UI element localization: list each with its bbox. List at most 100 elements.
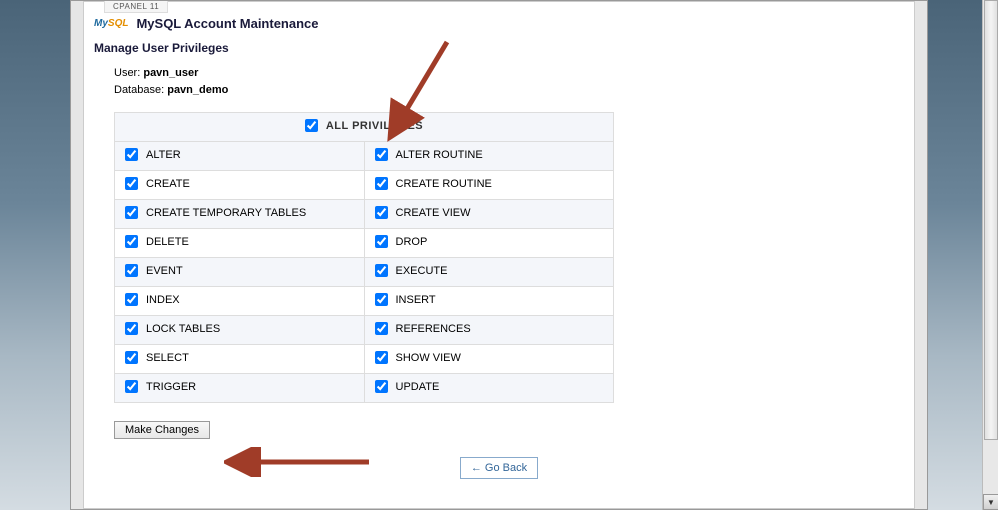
privilege-cell: CREATE VIEW (364, 200, 614, 229)
privilege-checkbox[interactable] (375, 380, 388, 393)
all-privileges-header: ALL PRIVILEGES (115, 113, 614, 142)
privilege-label[interactable]: DELETE (125, 235, 189, 248)
privilege-text: CREATE (146, 178, 190, 190)
user-label: User: (114, 67, 140, 79)
privilege-label[interactable]: ALTER (125, 148, 181, 161)
privilege-cell: CREATE TEMPORARY TABLES (115, 200, 365, 229)
privilege-checkbox[interactable] (125, 148, 138, 161)
scrollbar-down-button[interactable]: ▼ (983, 494, 998, 510)
privilege-label[interactable]: EXECUTE (375, 264, 448, 277)
privilege-text: DELETE (146, 236, 189, 248)
privilege-cell: CREATE ROUTINE (364, 171, 614, 200)
header: MySQL MySQL Account Maintenance (84, 2, 914, 37)
privilege-cell: ALTER (115, 142, 365, 171)
go-back-container: ← Go Back (84, 457, 914, 479)
privilege-label[interactable]: INDEX (125, 293, 180, 306)
privilege-cell: ALTER ROUTINE (364, 142, 614, 171)
privilege-text: CREATE ROUTINE (396, 178, 492, 190)
privilege-cell: INSERT (364, 287, 614, 316)
privilege-text: DROP (396, 236, 428, 248)
make-changes-button[interactable]: Make Changes (114, 421, 210, 439)
privilege-checkbox[interactable] (375, 235, 388, 248)
all-privileges-label[interactable]: ALL PRIVILEGES (305, 119, 423, 132)
privilege-checkbox[interactable] (375, 206, 388, 219)
privilege-checkbox[interactable] (375, 293, 388, 306)
table-row: ALTER ALTER ROUTINE (115, 142, 614, 171)
vertical-scrollbar[interactable]: ▼ (982, 0, 998, 510)
table-row: TRIGGER UPDATE (115, 374, 614, 403)
privilege-label[interactable]: REFERENCES (375, 322, 471, 335)
table-row: INDEX INSERT (115, 287, 614, 316)
database-value: pavn_demo (167, 84, 228, 96)
privilege-cell: INDEX (115, 287, 365, 316)
privilege-checkbox[interactable] (125, 322, 138, 335)
privilege-cell: SHOW VIEW (364, 345, 614, 374)
content-panel: CPANEL 11 MySQL MySQL Account Maintenanc… (83, 1, 915, 509)
privilege-checkbox[interactable] (125, 206, 138, 219)
privilege-checkbox[interactable] (375, 177, 388, 190)
privilege-cell: TRIGGER (115, 374, 365, 403)
scrollbar-thumb[interactable] (984, 0, 998, 440)
privilege-label[interactable]: ALTER ROUTINE (375, 148, 483, 161)
privilege-cell: EXECUTE (364, 258, 614, 287)
privilege-checkbox[interactable] (125, 177, 138, 190)
table-row: EVENT EXECUTE (115, 258, 614, 287)
privilege-text: INDEX (146, 294, 180, 306)
privilege-label[interactable]: TRIGGER (125, 380, 196, 393)
privilege-text: CREATE TEMPORARY TABLES (146, 207, 306, 219)
privilege-label[interactable]: LOCK TABLES (125, 322, 220, 335)
table-row: CREATE TEMPORARY TABLES CREATE VIEW (115, 200, 614, 229)
privilege-checkbox[interactable] (125, 293, 138, 306)
privilege-label[interactable]: UPDATE (375, 380, 440, 393)
table-row: SELECT SHOW VIEW (115, 345, 614, 374)
privilege-cell: DROP (364, 229, 614, 258)
privilege-cell: LOCK TABLES (115, 316, 365, 345)
privilege-cell: EVENT (115, 258, 365, 287)
table-row: LOCK TABLES REFERENCES (115, 316, 614, 345)
privilege-label[interactable]: INSERT (375, 293, 436, 306)
privilege-text: CREATE VIEW (396, 207, 471, 219)
privilege-label[interactable]: CREATE VIEW (375, 206, 471, 219)
table-row: DELETE DROP (115, 229, 614, 258)
privilege-text: TRIGGER (146, 381, 196, 393)
privilege-cell: UPDATE (364, 374, 614, 403)
privilege-text: ALTER (146, 149, 181, 161)
table-row: CREATE CREATE ROUTINE (115, 171, 614, 200)
database-label: Database: (114, 84, 164, 96)
privilege-text: REFERENCES (396, 323, 471, 335)
privilege-cell: DELETE (115, 229, 365, 258)
section-title: Manage User Privileges (84, 37, 914, 65)
privilege-label[interactable]: SELECT (125, 351, 189, 364)
privilege-cell: REFERENCES (364, 316, 614, 345)
all-privileges-checkbox[interactable] (305, 119, 318, 132)
privilege-checkbox[interactable] (125, 235, 138, 248)
mysql-logo-icon: MySQL (94, 18, 128, 29)
privilege-checkbox[interactable] (125, 351, 138, 364)
privilege-checkbox[interactable] (125, 380, 138, 393)
go-back-link[interactable]: ← Go Back (460, 457, 538, 479)
privilege-checkbox[interactable] (125, 264, 138, 277)
user-value: pavn_user (143, 67, 198, 79)
privilege-label[interactable]: CREATE TEMPORARY TABLES (125, 206, 306, 219)
privilege-checkbox[interactable] (375, 351, 388, 364)
privilege-text: UPDATE (396, 381, 440, 393)
privilege-text: SHOW VIEW (396, 352, 461, 364)
privilege-text: INSERT (396, 294, 436, 306)
privileges-table: ALL PRIVILEGES ALTERALTER ROUTINECREATEC… (114, 112, 614, 403)
privilege-text: LOCK TABLES (146, 323, 220, 335)
privilege-checkbox[interactable] (375, 148, 388, 161)
privilege-label[interactable]: CREATE (125, 177, 190, 190)
privilege-cell: SELECT (115, 345, 365, 374)
privilege-text: EVENT (146, 265, 183, 277)
page-title: MySQL Account Maintenance (136, 16, 318, 31)
privilege-text: SELECT (146, 352, 189, 364)
privilege-label[interactable]: DROP (375, 235, 428, 248)
privilege-checkbox[interactable] (375, 322, 388, 335)
privilege-label[interactable]: CREATE ROUTINE (375, 177, 492, 190)
privilege-label[interactable]: SHOW VIEW (375, 351, 461, 364)
cpanel-tag: CPANEL 11 (104, 1, 168, 13)
privilege-text: EXECUTE (396, 265, 448, 277)
privilege-checkbox[interactable] (375, 264, 388, 277)
privilege-label[interactable]: EVENT (125, 264, 183, 277)
privilege-text: ALTER ROUTINE (396, 149, 483, 161)
